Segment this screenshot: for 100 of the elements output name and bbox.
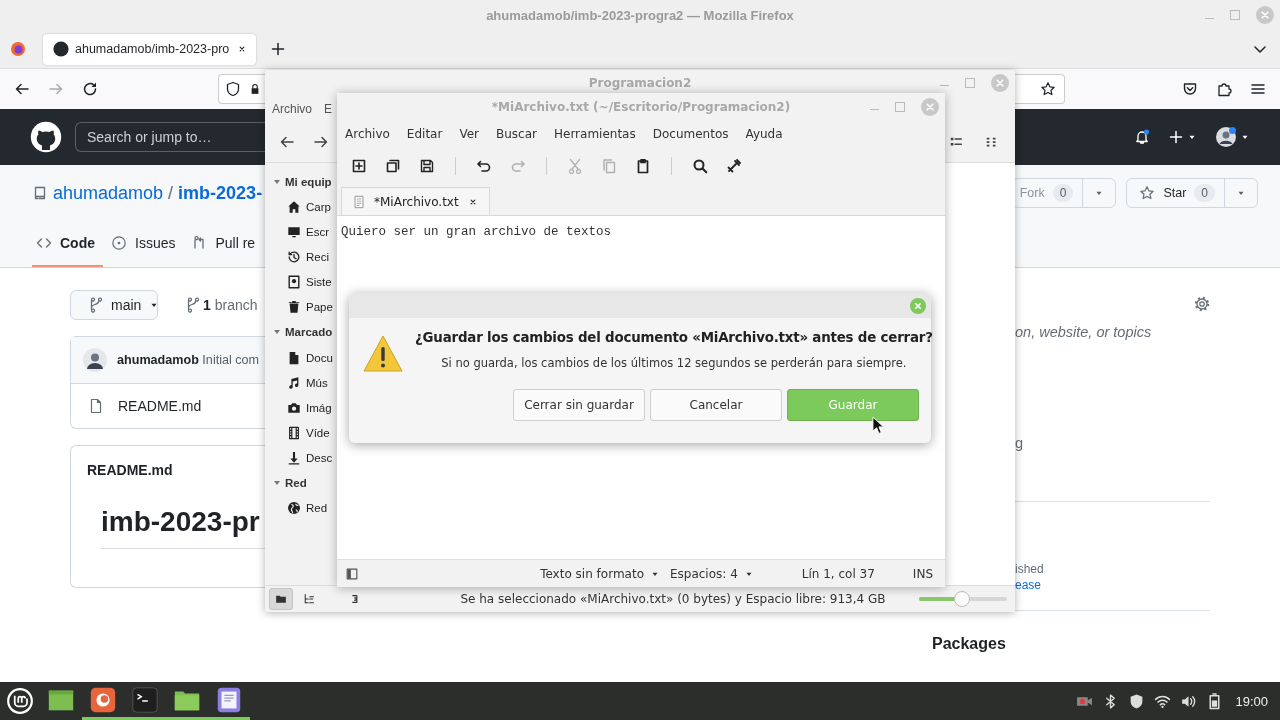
dialog-button[interactable]: Cancelar xyxy=(650,389,782,421)
path-separator: / xyxy=(168,182,174,204)
zoom-slider[interactable] xyxy=(919,591,1007,607)
panel-icon xyxy=(349,593,361,605)
release-link[interactable]: ease xyxy=(1015,578,1210,592)
star-icon xyxy=(1139,185,1156,201)
github-logo-icon[interactable] xyxy=(30,121,62,153)
document-text[interactable]: Quiero ser un gran archivo de textos xyxy=(341,225,612,239)
cursor-position: Lín 1, col 37 xyxy=(801,566,875,581)
repo-tab[interactable]: Code xyxy=(32,221,103,267)
dialog-message: Si no guarda, los cambios de los últimos 12 segundos se perderán para siempre. xyxy=(441,356,907,370)
shield-icon[interactable] xyxy=(225,81,241,97)
film-icon xyxy=(287,426,301,441)
home-icon xyxy=(287,199,301,214)
undo-icon[interactable] xyxy=(476,158,492,174)
repo-tab[interactable]: Issues xyxy=(107,221,184,267)
tools-icon[interactable] xyxy=(726,158,742,174)
save-icon[interactable] xyxy=(419,158,435,174)
repo-tab[interactable]: Pull re xyxy=(187,221,264,267)
list-view-icon[interactable] xyxy=(949,135,963,149)
back-icon[interactable] xyxy=(14,81,30,97)
repo-link[interactable]: imb-2023- xyxy=(178,182,263,204)
avatar-icon[interactable] xyxy=(1215,127,1237,147)
sidebar-item[interactable]: Escr xyxy=(306,225,329,238)
sidebar-item[interactable]: Imág xyxy=(306,401,332,414)
dialog-button[interactable]: Cerrar sin guardar xyxy=(513,389,645,421)
bookmark-star-icon[interactable] xyxy=(1040,81,1056,97)
menu-item[interactable]: Ver xyxy=(459,126,479,141)
bell-icon[interactable] xyxy=(1134,129,1150,145)
menu-item[interactable]: Ayuda xyxy=(745,126,783,141)
language-dropdown[interactable]: Texto sin formato xyxy=(540,566,660,581)
folder-icon xyxy=(275,593,287,605)
menu-item[interactable]: Documentos xyxy=(652,126,729,141)
extensions-icon[interactable] xyxy=(1216,81,1232,97)
menu-item[interactable]: Buscar xyxy=(496,126,537,141)
branch-button[interactable]: main xyxy=(70,290,158,320)
mouse-pointer-icon xyxy=(872,416,885,435)
section-heading: Mi equip xyxy=(285,175,332,188)
plus-icon[interactable] xyxy=(1168,129,1184,145)
sidebar-item[interactable]: Pape xyxy=(306,301,333,314)
github-icon xyxy=(53,41,69,57)
menu-item[interactable]: Herramientas xyxy=(553,126,636,141)
browser-tab[interactable]: ahumadamob/imb-2023-pro xyxy=(43,33,256,65)
sidebar-item[interactable]: Carp xyxy=(306,200,331,213)
compact-view-icon[interactable] xyxy=(985,135,999,149)
pocket-icon[interactable] xyxy=(1182,81,1198,97)
menu-item[interactable]: E xyxy=(324,101,333,116)
camera-icon xyxy=(287,400,301,415)
status-text: Se ha seleccionado «MiArchivo.txt» (0 bytes) y Espacio libre: 913,4 GB xyxy=(459,592,887,606)
folder-button[interactable] xyxy=(269,588,293,610)
branches-link[interactable]: 1 branch xyxy=(203,297,258,313)
insert-mode: INS xyxy=(912,566,933,581)
document-icon xyxy=(287,350,301,365)
sidebar-item[interactable]: Mús xyxy=(306,376,328,389)
sidebar-item[interactable]: Red xyxy=(306,502,328,515)
packages-heading: Packages xyxy=(932,635,1007,653)
code-icon xyxy=(36,235,52,251)
side-panel-icon[interactable] xyxy=(345,566,359,581)
section-heading: Red xyxy=(285,477,307,490)
sidebar-item[interactable]: Reci xyxy=(306,250,329,263)
drive-icon xyxy=(287,275,301,290)
copy-window-icon[interactable] xyxy=(385,158,401,174)
readme-title: README.md xyxy=(86,461,174,478)
search-field[interactable]: Search or jump to… xyxy=(75,122,265,152)
menu-icon[interactable] xyxy=(1250,81,1266,97)
dialog-title: ¿Guardar los cambios del documento «MiArchivo.txt» antes de cerrar? xyxy=(415,330,933,345)
section-heading: Marcado xyxy=(285,326,333,339)
sidebar-item[interactable]: Siste xyxy=(306,276,332,289)
menu-item[interactable]: Archivo xyxy=(272,101,312,116)
window-title: Programacion2 xyxy=(588,75,692,90)
issues-icon xyxy=(111,235,127,251)
commit-message: ahumadamob Initial com xyxy=(117,353,260,367)
reload-icon[interactable] xyxy=(82,81,98,97)
paste-icon[interactable] xyxy=(635,158,651,174)
owner-link[interactable]: ahumadamob xyxy=(53,182,164,204)
clock[interactable]: 19:00 xyxy=(1235,693,1268,709)
lock-icon[interactable] xyxy=(249,83,261,95)
menu-item[interactable]: Archivo xyxy=(345,126,390,141)
window-title: ahumadamob/imb-2023-progra2 — Mozilla Firefox xyxy=(486,7,794,23)
about-text: g xyxy=(1015,435,1025,451)
sidebar-item[interactable]: Víde xyxy=(306,427,330,440)
address-field[interactable] xyxy=(218,74,265,104)
expander-icon[interactable] xyxy=(273,177,281,186)
avatar-icon xyxy=(83,348,107,372)
new-tab-icon[interactable] xyxy=(270,41,286,57)
search-icon[interactable] xyxy=(692,158,708,174)
start-menu-icon[interactable] xyxy=(6,687,34,715)
sidebar-item[interactable]: Docu xyxy=(306,351,333,364)
file-link[interactable]: README.md xyxy=(118,398,202,414)
forward-icon[interactable] xyxy=(313,134,329,150)
back-icon[interactable] xyxy=(279,134,295,150)
address-field[interactable] xyxy=(1015,74,1065,104)
browser-logo-icon[interactable] xyxy=(10,41,26,57)
download-icon xyxy=(287,451,301,466)
new-document-icon[interactable] xyxy=(351,158,367,174)
indent-dropdown[interactable]: Espacios: 4 xyxy=(669,566,754,581)
sidebar-item[interactable]: Desc xyxy=(306,452,333,465)
settings-icon[interactable] xyxy=(1194,296,1210,312)
document-tab[interactable]: *MiArchivo.txt xyxy=(341,187,490,215)
menu-item[interactable]: Editar xyxy=(406,126,443,141)
